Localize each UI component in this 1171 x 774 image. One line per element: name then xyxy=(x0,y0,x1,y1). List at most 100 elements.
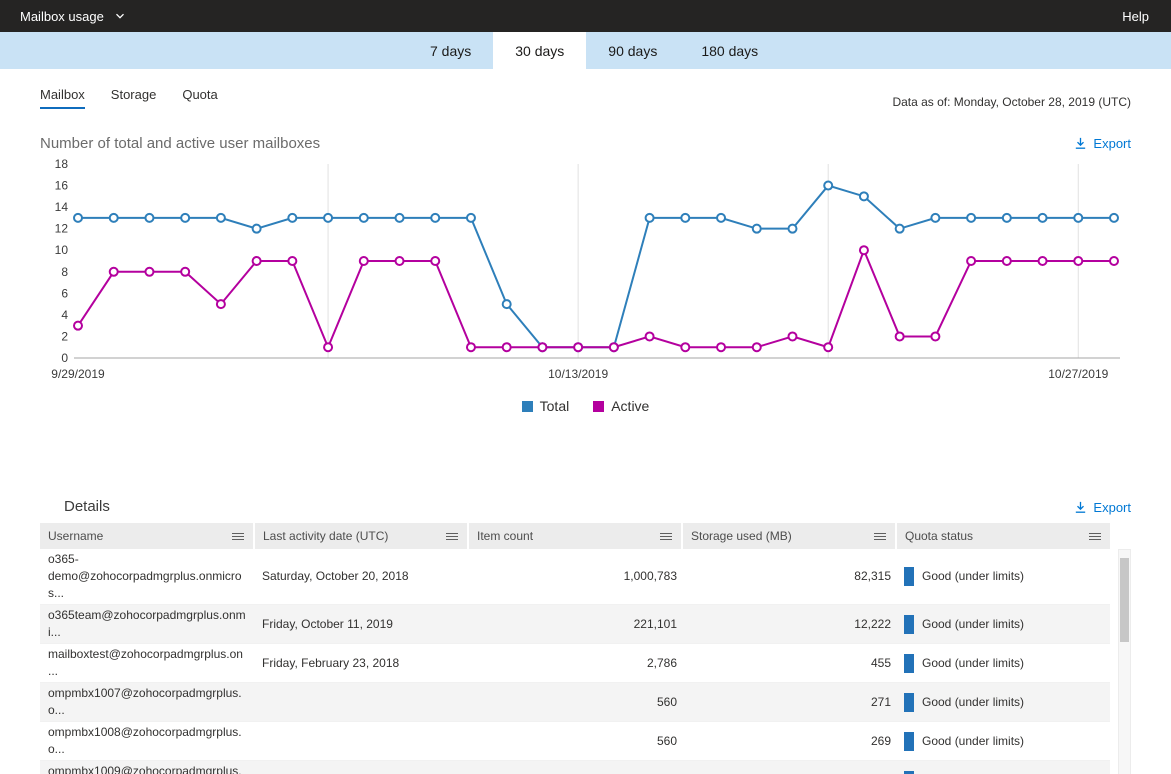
column-header-last-activity-date-utc: Last activity date (UTC) xyxy=(254,523,469,549)
column-menu-icon[interactable] xyxy=(231,529,245,544)
cell-username: ompmbx1009@zohocorpadmgrplus.o... xyxy=(40,760,254,774)
quota-status-text: Good (under limits) xyxy=(922,569,1025,583)
svg-text:10/27/2019: 10/27/2019 xyxy=(1048,367,1108,381)
data-point-total xyxy=(251,223,262,234)
quota-status-text: Good (under limits) xyxy=(922,694,1025,709)
data-point-total xyxy=(394,212,405,223)
series-line-active xyxy=(77,247,1114,350)
data-point-active xyxy=(394,256,405,266)
data-point-active xyxy=(537,342,548,353)
column-menu-icon[interactable] xyxy=(873,529,887,544)
cell-last-activity xyxy=(254,682,468,722)
data-point-total xyxy=(644,212,655,223)
details-export-button[interactable]: Export xyxy=(1073,500,1131,515)
table-scrollbar[interactable] xyxy=(1118,549,1131,774)
data-point-active xyxy=(858,245,869,256)
data-point-total xyxy=(180,212,191,223)
tab-quota[interactable]: Quota xyxy=(182,87,217,109)
column-label-username: Username xyxy=(48,529,104,543)
table-row[interactable]: o365-demo@zohocorpadmgrplus.onmicros... S… xyxy=(40,549,1110,605)
tab-storage[interactable]: Storage xyxy=(111,87,157,109)
cell-storage-used: 82,315 xyxy=(682,549,896,605)
data-point-total xyxy=(966,212,977,223)
data-point-active xyxy=(465,342,476,353)
column-header-username: Username xyxy=(40,523,255,549)
cell-item-count: 1,000,783 xyxy=(468,549,682,605)
data-point-total xyxy=(1073,212,1084,223)
chart-export-button[interactable]: Export xyxy=(1073,136,1131,151)
data-point-total xyxy=(858,191,869,202)
column-header-quota-status: Quota status xyxy=(896,523,1110,549)
data-point-total xyxy=(680,212,691,223)
column-header-storage-used-mb: Storage used (MB) xyxy=(682,523,897,549)
table-row[interactable]: ompmbx1008@zohocorpadmgrplus.o... 560 269 G… xyxy=(40,721,1110,761)
data-point-active xyxy=(1001,256,1012,266)
cell-quota-status: Good (under limits) xyxy=(896,643,1110,683)
download-icon xyxy=(1076,501,1086,513)
cell-last-activity: Friday, October 11, 2019 xyxy=(254,604,468,644)
cell-last-activity: Saturday, October 20, 2018 xyxy=(254,549,468,605)
data-point-active xyxy=(573,342,584,353)
column-menu-icon[interactable] xyxy=(659,529,673,544)
data-point-total xyxy=(108,212,119,223)
column-label-quota-status: Quota status xyxy=(905,529,974,543)
cell-storage-used: 455 xyxy=(682,643,896,683)
cell-username: ompmbx1008@zohocorpadmgrplus.o... xyxy=(40,721,254,761)
data-point-active xyxy=(144,266,155,277)
report-tabs: Mailbox Storage Quota xyxy=(40,87,218,109)
cell-item-count: 372 xyxy=(468,760,682,774)
data-point-total xyxy=(430,212,441,223)
data-point-active xyxy=(501,342,512,353)
svg-text:2: 2 xyxy=(61,329,68,343)
quota-status-bar xyxy=(904,692,914,712)
cell-last-activity xyxy=(254,760,468,774)
data-point-total xyxy=(1037,212,1048,223)
tab-mailbox[interactable]: Mailbox xyxy=(40,87,85,109)
data-point-active xyxy=(1037,256,1048,266)
quota-status-bar xyxy=(904,567,914,586)
scrollbar-thumb[interactable] xyxy=(1120,558,1129,642)
table-row[interactable]: ompmbx1007@zohocorpadmgrplus.o... 560 271 G… xyxy=(40,682,1110,722)
quota-status-text: Good (under limits) xyxy=(922,616,1025,631)
chart-export-label: Export xyxy=(1093,136,1131,151)
quota-status-bar xyxy=(904,731,914,751)
svg-text:10: 10 xyxy=(55,243,69,257)
data-point-active xyxy=(751,342,762,353)
details-table: Username Last activity date (UTC) Item cou… xyxy=(40,523,1110,774)
help-link[interactable]: Help xyxy=(1122,9,1149,24)
cell-storage-used: 259 xyxy=(682,760,896,774)
svg-text:14: 14 xyxy=(55,200,69,214)
main-content: Mailbox Storage Quota Data as of: Monday, … xyxy=(0,69,1171,774)
cell-quota-status: Good (under limits) xyxy=(896,760,1110,774)
legend-item-active: Active xyxy=(593,398,649,414)
quota-status-text: Good (under limits) xyxy=(922,733,1025,748)
table-row[interactable]: o365team@zohocorpadmgrplus.onmi... Friday… xyxy=(40,604,1110,644)
data-point-active xyxy=(716,342,727,353)
data-point-active xyxy=(108,266,119,277)
table-row[interactable]: ompmbx1009@zohocorpadmgrplus.o... 372259G… xyxy=(40,760,1110,774)
data-point-active xyxy=(323,342,334,353)
cell-storage-used: 269 xyxy=(682,721,896,761)
period-tab-7-days[interactable]: 7 days xyxy=(408,32,493,69)
report-switcher-label: Mailbox usage xyxy=(20,8,104,24)
period-tab-90-days[interactable]: 90 days xyxy=(586,32,679,69)
legend-item-total: Total xyxy=(521,398,569,414)
period-tab-30-days[interactable]: 30 days xyxy=(493,32,587,69)
cell-quota-status: Good (under limits) xyxy=(896,721,1110,761)
report-switcher[interactable]: Mailbox usage xyxy=(20,9,126,24)
svg-text:12: 12 xyxy=(55,222,69,236)
column-label-item-count: Item count xyxy=(477,529,534,543)
data-point-active xyxy=(1073,256,1084,266)
svg-text:0: 0 xyxy=(61,351,68,365)
column-menu-icon[interactable] xyxy=(1088,529,1102,544)
data-point-active xyxy=(894,331,905,342)
period-tab-180-days[interactable]: 180 days xyxy=(679,32,780,69)
cell-username: mailboxtest@zohocorpadmgrplus.on... xyxy=(40,643,254,683)
cell-quota-status: Good (under limits) xyxy=(896,549,1110,605)
data-point-total xyxy=(1109,212,1119,223)
svg-text:9/29/2019: 9/29/2019 xyxy=(51,367,105,381)
column-label-storage-used-mb: Storage used (MB) xyxy=(691,529,792,543)
column-menu-icon[interactable] xyxy=(445,529,459,544)
table-row[interactable]: mailboxtest@zohocorpadmgrplus.on... Frida… xyxy=(40,643,1110,683)
quota-status-bar xyxy=(904,653,914,673)
